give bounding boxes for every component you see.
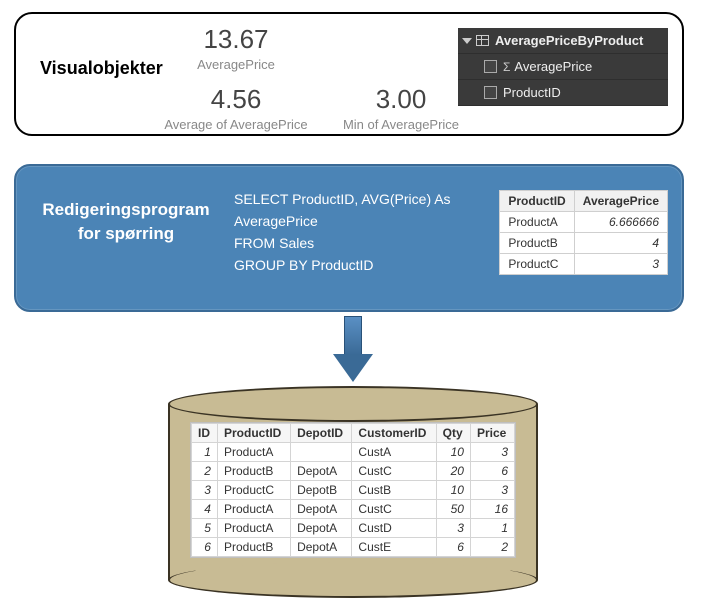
cell: CustC xyxy=(352,462,436,481)
checkbox-icon[interactable] xyxy=(484,60,497,73)
col-price: Price xyxy=(470,424,514,443)
cell: 20 xyxy=(436,462,470,481)
field-item-productid[interactable]: ProductID xyxy=(458,80,668,106)
col-qty: Qty xyxy=(436,424,470,443)
cell: ProductB xyxy=(217,462,290,481)
col-customerid: CustomerID xyxy=(352,424,436,443)
cell: ProductA xyxy=(217,443,290,462)
cell: CustC xyxy=(352,500,436,519)
col-id: ID xyxy=(192,424,218,443)
table-row: ProductA 6.666666 xyxy=(500,212,668,233)
sigma-icon: Σ xyxy=(503,60,510,74)
cell: CustD xyxy=(352,519,436,538)
table-row: 3 ProductC DepotB CustB 10 3 xyxy=(192,481,515,500)
field-table-row[interactable]: AveragePriceByProduct xyxy=(458,28,668,54)
table-row: 5 ProductA DepotA CustD 3 1 xyxy=(192,519,515,538)
cell: 1 xyxy=(192,443,218,462)
metric-averageprice: 13.67 AveragePrice xyxy=(176,24,296,72)
field-label: AveragePrice xyxy=(514,59,592,74)
cell: 3 xyxy=(574,254,667,275)
sales-table: ID ProductID DepotID CustomerID Qty Pric… xyxy=(191,423,515,557)
cell: 2 xyxy=(192,462,218,481)
cell: 6 xyxy=(436,538,470,557)
table-row: ProductID AveragePrice xyxy=(500,191,668,212)
checkbox-icon[interactable] xyxy=(484,86,497,99)
query-title-line1: Redigeringsprogram xyxy=(26,200,226,220)
table-row: ProductB 4 xyxy=(500,233,668,254)
metric-label: Min of AveragePrice xyxy=(326,117,476,132)
metric-value: 4.56 xyxy=(156,84,316,115)
cell: 5 xyxy=(192,519,218,538)
cell: 4 xyxy=(574,233,667,254)
table-icon xyxy=(476,35,489,46)
cell: ProductA xyxy=(500,212,574,233)
cell: 16 xyxy=(470,500,514,519)
cell: 3 xyxy=(470,443,514,462)
cell: 3 xyxy=(436,519,470,538)
col-averageprice: AveragePrice xyxy=(574,191,667,212)
field-list: AveragePriceByProduct Σ AveragePrice Pro… xyxy=(458,28,668,106)
metric-label: Average of AveragePrice xyxy=(156,117,316,132)
metric-label: AveragePrice xyxy=(176,57,296,72)
cell: 6 xyxy=(192,538,218,557)
cell: 2 xyxy=(470,538,514,557)
visuals-panel: Visualobjekter 13.67 AveragePrice 4.56 A… xyxy=(14,12,684,136)
cell: ProductC xyxy=(217,481,290,500)
query-title-line2: for spørring xyxy=(26,224,226,244)
table-row: 6 ProductB DepotA CustE 6 2 xyxy=(192,538,515,557)
expand-icon xyxy=(462,38,472,44)
cell: DepotA xyxy=(291,519,352,538)
query-editor-panel: Redigeringsprogram for spørring SELECT P… xyxy=(14,164,684,312)
col-depotid: DepotID xyxy=(291,424,352,443)
sql-text: SELECT ProductID, AVG(Price) As AverageP… xyxy=(234,188,451,276)
cell xyxy=(291,443,352,462)
cell: ProductB xyxy=(217,538,290,557)
cell: 3 xyxy=(192,481,218,500)
metric-avg-of-averageprice: 4.56 Average of AveragePrice xyxy=(156,84,316,132)
query-result-table: ProductID AveragePrice ProductA 6.666666… xyxy=(499,190,668,275)
metric-min-of-averageprice: 3.00 Min of AveragePrice xyxy=(326,84,476,132)
cell: DepotA xyxy=(291,538,352,557)
table-row: ID ProductID DepotID CustomerID Qty Pric… xyxy=(192,424,515,443)
field-item-averageprice[interactable]: Σ AveragePrice xyxy=(458,54,668,80)
cell: ProductA xyxy=(217,519,290,538)
table-row: 4 ProductA DepotA CustC 50 16 xyxy=(192,500,515,519)
field-label: ProductID xyxy=(503,85,561,100)
cell: ProductA xyxy=(217,500,290,519)
sales-table-wrap: ID ProductID DepotID CustomerID Qty Pric… xyxy=(190,422,516,558)
cell: 10 xyxy=(436,481,470,500)
cell: 6 xyxy=(470,462,514,481)
table-row: ProductC 3 xyxy=(500,254,668,275)
cell: DepotA xyxy=(291,500,352,519)
visuals-title: Visualobjekter xyxy=(40,58,163,79)
cell: DepotB xyxy=(291,481,352,500)
col-productid: ProductID xyxy=(217,424,290,443)
table-row: 1 ProductA CustA 10 3 xyxy=(192,443,515,462)
table-row: 2 ProductB DepotA CustC 20 6 xyxy=(192,462,515,481)
cell: CustB xyxy=(352,481,436,500)
cell: 3 xyxy=(470,481,514,500)
metric-value: 3.00 xyxy=(326,84,476,115)
metric-value: 13.67 xyxy=(176,24,296,55)
database-cylinder: ID ProductID DepotID CustomerID Qty Pric… xyxy=(168,386,538,592)
cell: 4 xyxy=(192,500,218,519)
cell: 50 xyxy=(436,500,470,519)
cell: 6.666666 xyxy=(574,212,667,233)
cell: ProductB xyxy=(500,233,574,254)
arrow-down-icon xyxy=(333,316,373,386)
cell: CustA xyxy=(352,443,436,462)
field-table-name: AveragePriceByProduct xyxy=(495,33,643,48)
cell: 10 xyxy=(436,443,470,462)
cell: 1 xyxy=(470,519,514,538)
col-productid: ProductID xyxy=(500,191,574,212)
cell: CustE xyxy=(352,538,436,557)
cell: ProductC xyxy=(500,254,574,275)
cell: DepotA xyxy=(291,462,352,481)
